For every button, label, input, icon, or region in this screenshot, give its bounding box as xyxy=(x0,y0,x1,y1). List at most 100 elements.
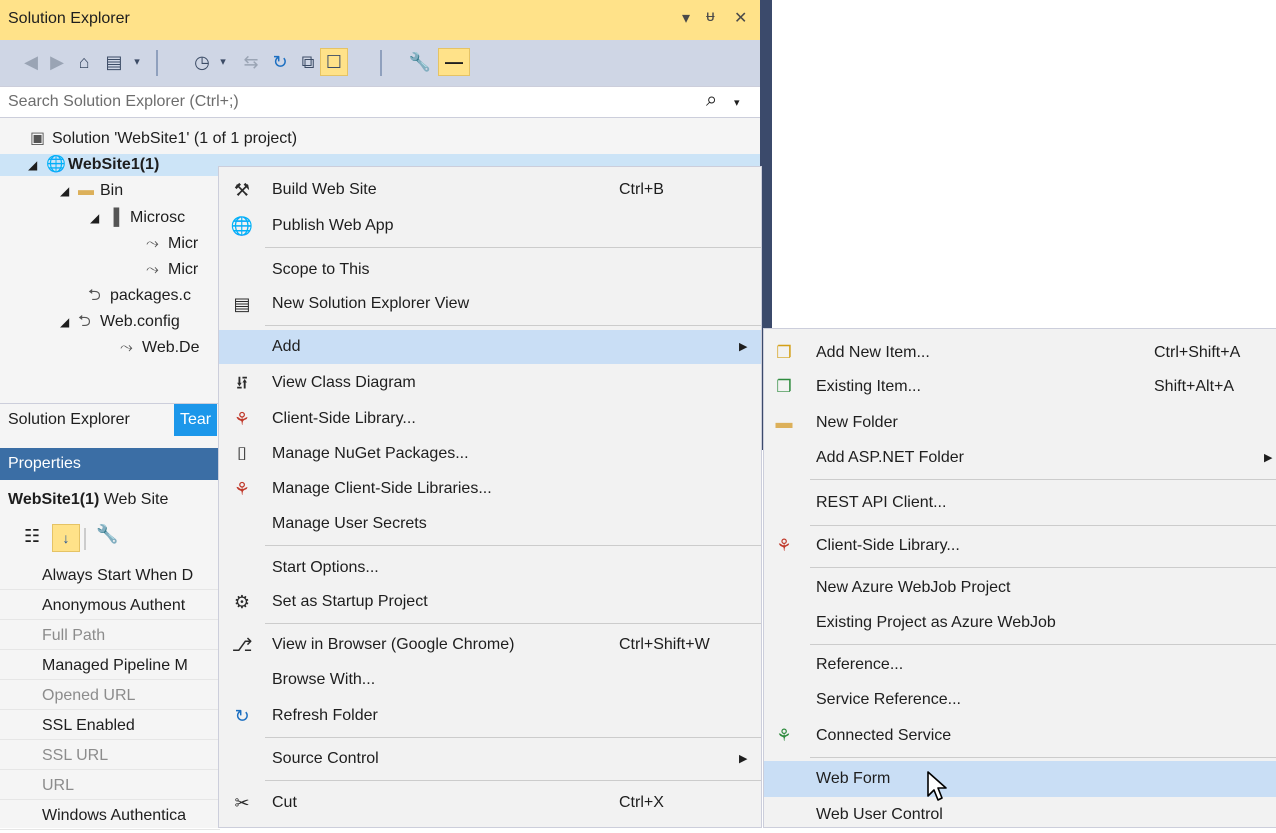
tree-item-web-config[interactable]: ◢ ⮌ Web.config xyxy=(60,311,180,333)
menu-item-manage-user-secrets[interactable]: Manage User Secrets xyxy=(219,507,761,541)
tree-item-bin-folder[interactable]: ◢ ▬ Bin xyxy=(60,180,123,202)
menu-item-refresh-folder[interactable]: ↻ Refresh Folder xyxy=(219,699,761,733)
tree-item-file[interactable]: ⤳ Web.De xyxy=(120,337,200,359)
menu-item-browse-with[interactable]: Browse With... xyxy=(219,663,761,697)
pin-icon[interactable]: ᵾ xyxy=(706,8,715,26)
submenu-item-add-aspnet-folder[interactable]: Add ASP.NET Folder ▶ xyxy=(764,440,1276,476)
menu-item-view-in-browser[interactable]: ⎇ View in Browser (Google Chrome) Ctrl+S… xyxy=(219,628,761,662)
submenu-item-client-side-library[interactable]: ⚘ Client-Side Library... xyxy=(764,528,1276,564)
submenu-item-new-azure-webjob[interactable]: New Azure WebJob Project xyxy=(764,570,1276,606)
expanded-triangle-icon[interactable]: ◢ xyxy=(28,154,46,176)
menu-item-add[interactable]: Add ▶ xyxy=(219,330,761,364)
menu-item-new-solution-explorer-view[interactable]: ▤ New Solution Explorer View xyxy=(219,287,761,321)
menu-item-manage-nuget[interactable]: ⌷ Manage NuGet Packages... xyxy=(219,437,761,471)
menu-item-publish-web-app[interactable]: 🌐 Publish Web App xyxy=(219,209,761,243)
menu-item-manage-client-side-libraries[interactable]: ⚘ Manage Client-Side Libraries... xyxy=(219,472,761,506)
refresh-icon: ↻ xyxy=(234,706,250,726)
search-box[interactable]: Search Solution Explorer (Ctrl+;) ⌕ ▾ xyxy=(0,86,760,118)
file-ref-icon: ⤳ xyxy=(146,261,159,278)
tree-item-file[interactable]: ⤳ Micr xyxy=(146,233,198,255)
window-position-dropdown-icon[interactable]: ▾ xyxy=(682,8,690,28)
chevron-down-icon[interactable]: ▾ xyxy=(130,50,144,74)
categorized-icon[interactable]: ☷ xyxy=(24,526,40,547)
menu-item-source-control[interactable]: Source Control ▶ xyxy=(219,742,761,776)
wrench-icon[interactable]: 🔧 xyxy=(408,50,432,74)
submenu-arrow-icon: ▶ xyxy=(1264,452,1273,464)
chevron-down-icon[interactable]: ▾ xyxy=(216,50,230,74)
menu-separator xyxy=(265,247,761,248)
menu-item-start-options[interactable]: Start Options... xyxy=(219,551,761,585)
switch-views-icon[interactable]: ▤ xyxy=(102,50,126,74)
config-icon: ⮌ xyxy=(88,287,101,304)
publish-globe-icon: 🌐 xyxy=(230,216,254,236)
menu-item-set-as-startup[interactable]: ⚙ Set as Startup Project xyxy=(219,585,761,619)
submenu-item-existing-item[interactable]: ❐ Existing Item... Shift+Alt+A xyxy=(764,369,1276,405)
toolbar-separator xyxy=(156,50,158,76)
property-row[interactable]: URL xyxy=(0,772,220,800)
gear-icon: ⚙ xyxy=(233,592,251,612)
connected-service-icon: ⚘ xyxy=(776,726,792,745)
property-row[interactable]: Windows Authentica xyxy=(0,802,220,830)
add-submenu: ❐ Add New Item... Ctrl+Shift+A ❐ Existin… xyxy=(763,328,1276,828)
property-row[interactable]: Full Path xyxy=(0,622,220,650)
tree-item-library[interactable]: ◢ ▐ Microsc xyxy=(90,207,185,229)
sync-with-document-icon[interactable]: ⇆ xyxy=(240,50,262,74)
search-input[interactable]: Search Solution Explorer (Ctrl+;) xyxy=(8,93,239,111)
tree-item-packages-config[interactable]: ⮌ packages.c xyxy=(88,285,191,307)
back-icon[interactable]: ◀ xyxy=(20,50,42,74)
submenu-item-existing-project-azure-webjob[interactable]: Existing Project as Azure WebJob xyxy=(764,605,1276,641)
preview-selected-items-icon[interactable]: — xyxy=(438,48,470,76)
forward-icon[interactable]: ▶ xyxy=(46,50,68,74)
menu-item-build-web-site[interactable]: ⚒ Build Web Site Ctrl+B xyxy=(219,173,761,207)
menu-item-cut[interactable]: ✂ Cut Ctrl+X xyxy=(219,786,761,820)
submenu-item-service-reference[interactable]: Service Reference... xyxy=(764,682,1276,718)
close-icon[interactable]: ✕ xyxy=(734,8,747,28)
object-name: WebSite1(1) xyxy=(8,491,100,508)
search-options-chevron-icon[interactable]: ▾ xyxy=(734,96,740,109)
menu-item-client-side-library[interactable]: ⚘ Client-Side Library... xyxy=(219,402,761,436)
refresh-icon[interactable]: ↻ xyxy=(268,50,292,74)
menu-separator xyxy=(810,644,1276,645)
solution-explorer-title-bar: Solution Explorer ▾ ᵾ ✕ xyxy=(0,0,760,40)
client-library-icon: ⚘ xyxy=(233,409,251,429)
tab-solution-explorer[interactable]: Solution Explorer xyxy=(8,411,130,429)
client-library-icon: ⚘ xyxy=(233,479,251,499)
search-icon[interactable]: ⌕ xyxy=(706,89,717,112)
home-icon[interactable]: ⌂ xyxy=(72,50,96,74)
alphabetical-icon[interactable]: ↓ xyxy=(52,524,80,552)
collapse-all-icon[interactable]: ⧉ xyxy=(296,50,320,74)
menu-separator xyxy=(265,623,761,624)
menu-separator xyxy=(810,567,1276,568)
property-row[interactable]: SSL Enabled xyxy=(0,712,220,740)
submenu-item-connected-service[interactable]: ⚘ Connected Service xyxy=(764,718,1276,754)
property-row[interactable]: Always Start When D xyxy=(0,562,220,590)
show-all-files-icon[interactable]: ☐ xyxy=(320,48,348,76)
property-row[interactable]: SSL URL xyxy=(0,742,220,770)
existing-item-icon: ❐ xyxy=(776,377,792,396)
tree-item-solution[interactable]: ▣ Solution 'WebSite1' (1 of 1 project) xyxy=(30,128,297,150)
submenu-item-reference[interactable]: Reference... xyxy=(764,647,1276,683)
property-row[interactable]: Opened URL xyxy=(0,682,220,710)
submenu-item-web-form[interactable]: Web Form xyxy=(764,761,1276,797)
cut-icon: ✂ xyxy=(234,793,250,813)
submenu-item-rest-api-client[interactable]: REST API Client... xyxy=(764,485,1276,521)
property-row[interactable]: Managed Pipeline M xyxy=(0,652,220,680)
wrench-icon[interactable]: 🔧 xyxy=(96,524,118,545)
menu-item-scope-to-this[interactable]: Scope to This xyxy=(219,253,761,287)
submenu-item-new-folder[interactable]: ▬ New Folder xyxy=(764,405,1276,441)
expanded-triangle-icon[interactable]: ◢ xyxy=(60,180,78,202)
menu-item-view-class-diagram[interactable]: ⭿ View Class Diagram xyxy=(219,366,761,400)
toolbar-separator xyxy=(380,50,382,76)
pending-changes-filter-icon[interactable]: ◷ xyxy=(190,50,214,74)
menu-separator xyxy=(265,545,761,546)
file-ref-icon: ⤳ xyxy=(120,339,133,356)
nuget-icon: ⌷ xyxy=(236,444,248,464)
submenu-item-add-new-item[interactable]: ❐ Add New Item... Ctrl+Shift+A xyxy=(764,335,1276,371)
tab-team-explorer[interactable]: Tear xyxy=(174,404,218,436)
tree-item-file[interactable]: ⤳ Micr xyxy=(146,259,198,281)
class-diagram-icon: ⭿ xyxy=(236,373,248,393)
property-row[interactable]: Anonymous Authent xyxy=(0,592,220,620)
expanded-triangle-icon[interactable]: ◢ xyxy=(60,311,78,333)
solution-explorer-toolbar: ◀ ▶ ⌂ ▤ ▾ ◷ ▾ ⇆ ↻ ⧉ ☐ 🔧 — xyxy=(0,40,760,86)
expanded-triangle-icon[interactable]: ◢ xyxy=(90,207,108,229)
